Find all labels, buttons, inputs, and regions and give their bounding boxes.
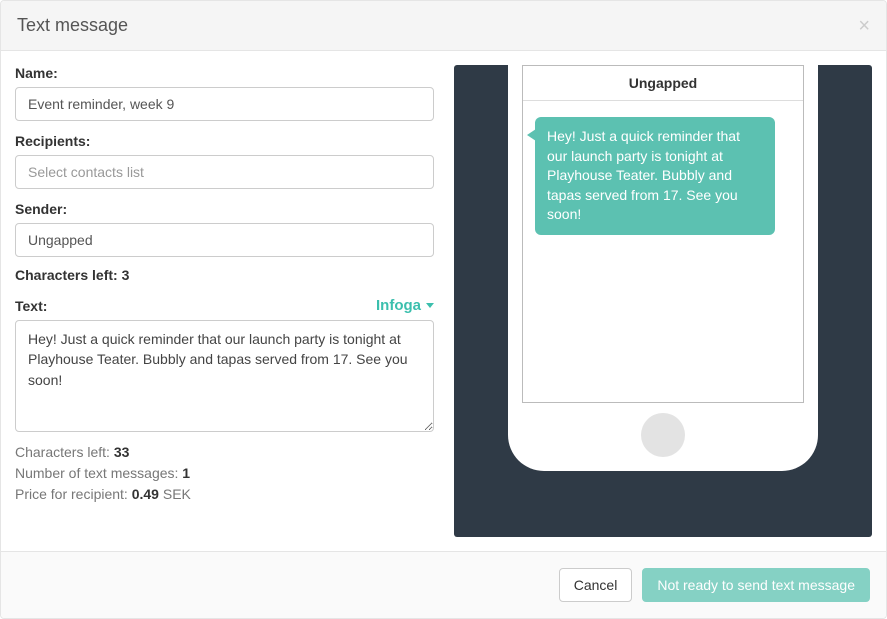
- sender-chars-left-label: Characters left:: [15, 267, 122, 283]
- modal-title: Text message: [17, 15, 128, 36]
- stats-block: Characters left: 33 Number of text messa…: [15, 442, 434, 505]
- preview-sender-name: Ungapped: [523, 66, 803, 101]
- price-suffix: SEK: [159, 486, 191, 502]
- preview-pane: Ungapped Hey! Just a quick reminder that…: [454, 65, 872, 537]
- text-chars-left: Characters left: 33: [15, 442, 434, 463]
- num-messages-value: 1: [182, 465, 190, 481]
- text-chars-left-label: Characters left:: [15, 444, 114, 460]
- recipients-input[interactable]: [15, 155, 434, 189]
- sender-chars-left: Characters left: 3: [15, 267, 434, 283]
- phone-screen: Ungapped Hey! Just a quick reminder that…: [522, 65, 804, 403]
- infoga-dropdown[interactable]: Infoga: [376, 297, 434, 314]
- sender-chars-left-value: 3: [122, 267, 130, 283]
- infoga-label: Infoga: [376, 297, 421, 314]
- phone-home-button: [641, 413, 685, 457]
- text-chars-left-value: 33: [114, 444, 130, 460]
- text-message-modal: Text message × Name: Recipients: Sender:…: [0, 0, 887, 619]
- modal-body: Name: Recipients: Sender: Characters lef…: [1, 51, 886, 551]
- sender-group: Sender:: [15, 201, 434, 257]
- recipients-label: Recipients:: [15, 133, 434, 149]
- caret-down-icon: [426, 303, 434, 308]
- num-messages: Number of text messages: 1: [15, 463, 434, 484]
- price-label: Price for recipient:: [15, 486, 132, 502]
- close-icon[interactable]: ×: [858, 16, 870, 36]
- phone-mockup: Ungapped Hey! Just a quick reminder that…: [508, 65, 818, 471]
- form-pane: Name: Recipients: Sender: Characters lef…: [15, 65, 434, 537]
- text-label-row: Text: Infoga: [15, 297, 434, 314]
- name-group: Name:: [15, 65, 434, 121]
- recipients-group: Recipients:: [15, 133, 434, 189]
- name-input[interactable]: [15, 87, 434, 121]
- price-value: 0.49: [132, 486, 159, 502]
- modal-header: Text message ×: [1, 1, 886, 51]
- send-button[interactable]: Not ready to send text message: [642, 568, 870, 602]
- modal-footer: Cancel Not ready to send text message: [1, 551, 886, 618]
- num-messages-label: Number of text messages:: [15, 465, 182, 481]
- sender-input[interactable]: [15, 223, 434, 257]
- text-input[interactable]: [15, 320, 434, 432]
- sender-label: Sender:: [15, 201, 434, 217]
- name-label: Name:: [15, 65, 434, 81]
- bubble-container: Hey! Just a quick reminder that our laun…: [523, 101, 803, 251]
- text-label: Text:: [15, 298, 47, 314]
- message-bubble: Hey! Just a quick reminder that our laun…: [535, 117, 775, 235]
- cancel-button[interactable]: Cancel: [559, 568, 633, 602]
- price-line: Price for recipient: 0.49 SEK: [15, 484, 434, 505]
